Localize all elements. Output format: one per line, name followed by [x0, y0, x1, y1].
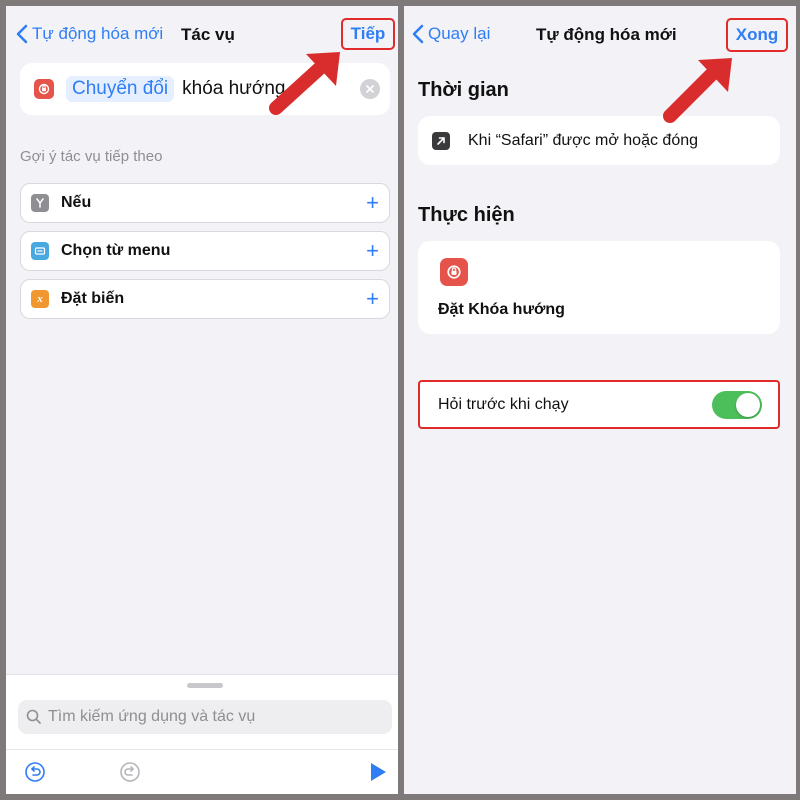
redo-button[interactable] [117, 759, 143, 785]
search-input[interactable] [48, 708, 368, 726]
do-section-header: Thực hiện [418, 204, 515, 226]
action-label: Đặt Khóa hướng [438, 301, 565, 318]
add-icon[interactable]: + [366, 240, 379, 262]
add-icon[interactable]: + [366, 192, 379, 214]
done-button[interactable]: Xong [726, 18, 788, 52]
orientation-lock-icon [440, 258, 468, 286]
back-button[interactable]: Tự động hóa mới [16, 24, 163, 44]
ask-before-running-label: Hỏi trước khi chạy [438, 395, 569, 413]
toggle-knob [736, 393, 760, 417]
play-icon [371, 763, 386, 781]
suggestion-label: Chọn từ menu [61, 242, 171, 259]
search-sheet [6, 674, 398, 794]
done-label: Xong [735, 25, 779, 44]
search-icon [26, 709, 41, 724]
chevron-left-icon [16, 24, 28, 44]
arrow-up-right-icon [432, 131, 450, 150]
new-automation-screen: Quay lại Tự động hóa mới Xong Thời gian … [404, 6, 796, 794]
suggestion-label: Đặt biến [61, 290, 125, 307]
clear-button[interactable] [360, 79, 380, 99]
add-icon[interactable]: + [366, 288, 379, 310]
branch-icon [31, 194, 49, 212]
sheet-grabber[interactable] [187, 683, 223, 688]
back-label: Tự động hóa mới [32, 24, 164, 43]
next-label: Tiếp [350, 24, 386, 43]
ask-before-running-toggle[interactable] [712, 391, 762, 419]
suggestion-set-variable[interactable]: x Đặt biến + [20, 279, 390, 319]
undo-icon [25, 762, 45, 782]
suggestion-label: Nếu [61, 194, 92, 211]
menu-icon [31, 242, 49, 260]
action-card[interactable]: Đặt Khóa hướng [418, 241, 780, 334]
page-title: Tự động hóa mới [536, 25, 677, 44]
chevron-left-icon [412, 24, 424, 44]
when-section-header: Thời gian [418, 79, 509, 101]
undo-button[interactable] [22, 759, 48, 785]
red-arrow-annotation [269, 52, 340, 115]
divider [6, 749, 398, 750]
action-picker-screen: Tự động hóa mới Tác vụ Tiếp Chuyển đổi k… [6, 6, 398, 794]
back-label: Quay lại [428, 24, 491, 43]
redo-icon [120, 762, 140, 782]
search-field[interactable] [18, 700, 392, 734]
close-icon [366, 85, 374, 93]
action-verb-token[interactable]: Chuyển đổi [66, 76, 175, 102]
back-button[interactable]: Quay lại [412, 24, 490, 44]
suggestion-choose-from-menu[interactable]: Chọn từ menu + [20, 231, 390, 271]
page-title: Tác vụ [181, 25, 235, 44]
orientation-lock-icon [34, 79, 54, 99]
trigger-text: Khi “Safari” được mở hoặc đóng [468, 131, 699, 149]
red-arrow-annotation [663, 58, 732, 123]
ask-before-running-row: Hỏi trước khi chạy [418, 380, 780, 429]
run-button[interactable] [365, 759, 391, 785]
suggestions-header: Gợi ý tác vụ tiếp theo [20, 148, 163, 165]
suggestion-if[interactable]: Nếu + [20, 183, 390, 223]
next-button[interactable]: Tiếp [341, 18, 395, 50]
variable-icon: x [31, 290, 49, 308]
